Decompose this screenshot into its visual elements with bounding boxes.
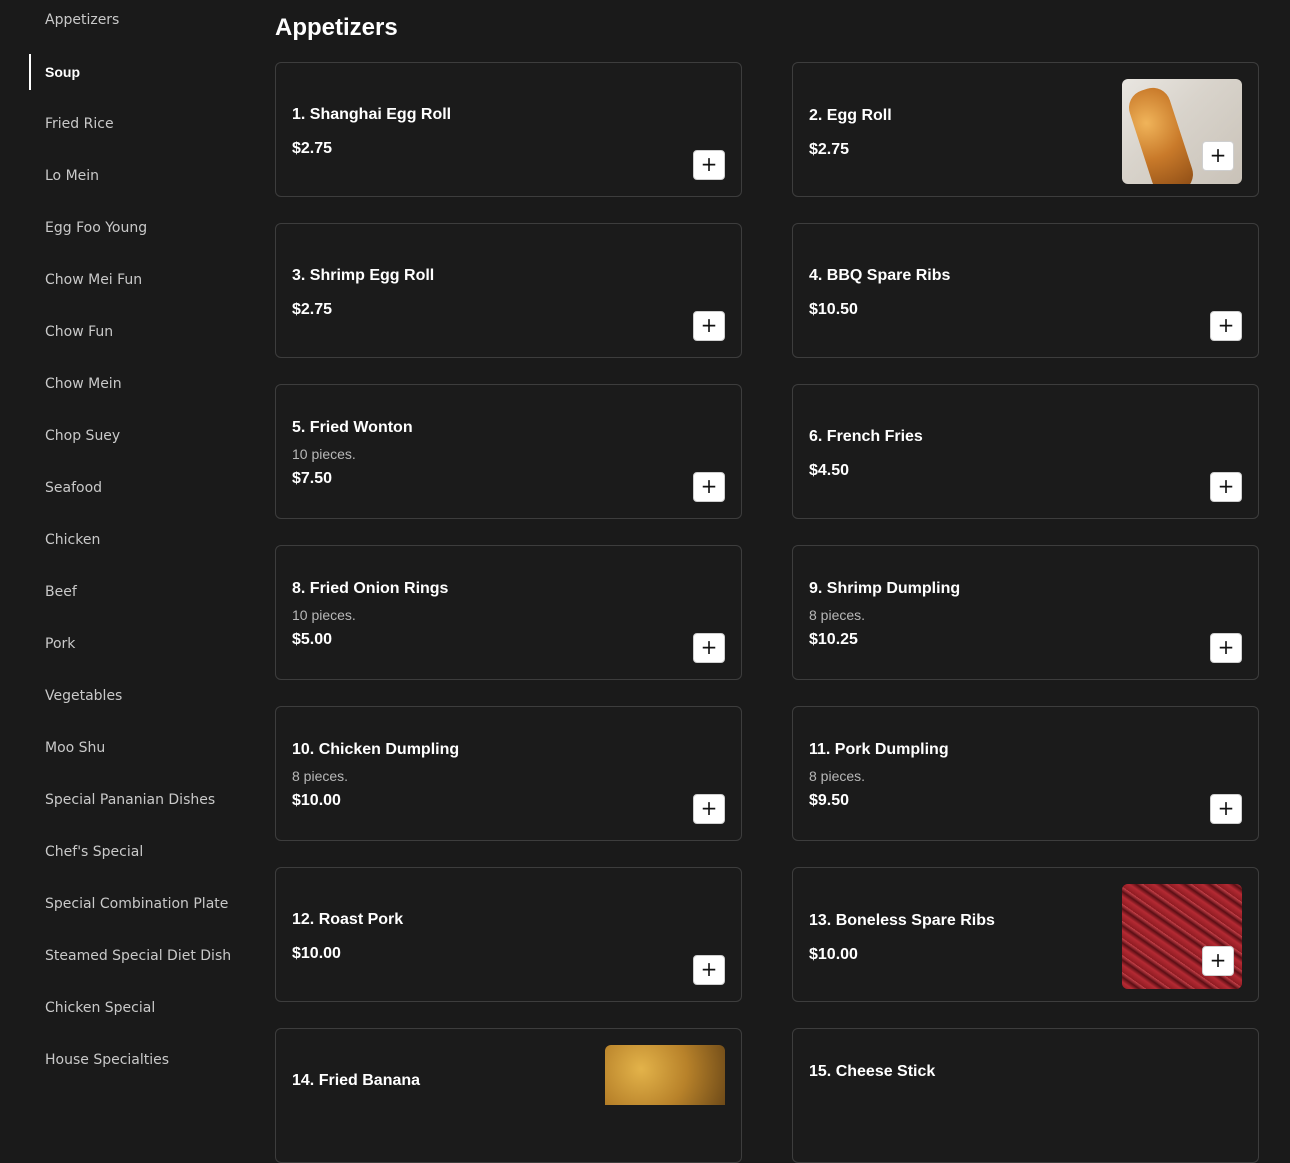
add-to-cart-button[interactable]: + [693, 633, 725, 663]
item-price: $10.00 [292, 945, 341, 962]
fried-banana-photo [605, 1045, 725, 1105]
item-name: 4. BBQ Spare Ribs [809, 267, 951, 284]
add-to-cart-button[interactable]: + [693, 472, 725, 502]
item-name: 14. Fried Banana [292, 1072, 421, 1089]
menu-item-card[interactable]: 15. Cheese Stick [792, 1028, 1259, 1163]
item-price: $7.50 [292, 470, 333, 487]
menu-item-card[interactable]: 4. BBQ Spare Ribs $10.50 + [792, 223, 1259, 358]
item-name: 6. French Fries [809, 428, 923, 445]
menu-item-card[interactable]: 14. Fried Banana [275, 1028, 742, 1163]
menu-item-card[interactable]: 8. Fried Onion Rings 10 pieces. $5.00 + [275, 545, 742, 680]
sidebar-item-chicken-special[interactable]: Chicken Special [45, 990, 230, 1026]
item-description: 10 pieces. [292, 446, 356, 462]
sidebar-item-lo-mein[interactable]: Lo Mein [45, 158, 230, 194]
sidebar-item-chow-fun[interactable]: Chow Fun [45, 314, 230, 350]
add-to-cart-button[interactable]: + [693, 150, 725, 180]
sidebar-item-special-combination-plate[interactable]: Special Combination Plate [45, 886, 230, 922]
item-description: 8 pieces. [809, 607, 866, 623]
item-photo: + [1122, 79, 1242, 184]
sidebar-item-soup[interactable]: Soup [45, 54, 230, 90]
item-name: 11. Pork Dumpling [809, 741, 949, 758]
item-description: 8 pieces. [292, 768, 349, 784]
item-name: 5. Fried Wonton [292, 419, 413, 436]
item-price: $4.50 [809, 462, 850, 479]
sidebar-item-vegetables[interactable]: Vegetables [45, 678, 230, 714]
menu-item-card[interactable]: 13. Boneless Spare Ribs $10.00 + [792, 867, 1259, 1002]
active-category-indicator [29, 54, 31, 90]
menu-item-card[interactable]: 9. Shrimp Dumpling 8 pieces. $10.25 + [792, 545, 1259, 680]
item-price: $2.75 [292, 301, 333, 318]
menu-item-card[interactable]: 5. Fried Wonton 10 pieces. $7.50 + [275, 384, 742, 519]
category-sidebar: Appetizers Soup Fried Rice Lo Mein Egg F… [0, 0, 245, 1085]
item-price: $10.25 [809, 631, 858, 648]
add-to-cart-button[interactable]: + [693, 311, 725, 341]
section-title: Appetizers [275, 14, 398, 41]
sidebar-item-moo-shu[interactable]: Moo Shu [45, 730, 230, 766]
add-to-cart-button[interactable]: + [693, 794, 725, 824]
sidebar-item-appetizers[interactable]: Appetizers [45, 2, 230, 38]
menu-item-card[interactable]: 3. Shrimp Egg Roll $2.75 + [275, 223, 742, 358]
item-name: 10. Chicken Dumpling [292, 741, 460, 758]
menu-item-card[interactable]: 2. Egg Roll $2.75 + [792, 62, 1259, 197]
menu-item-card[interactable]: 6. French Fries $4.50 + [792, 384, 1259, 519]
item-price: $2.75 [809, 141, 850, 158]
add-to-cart-button[interactable]: + [1210, 794, 1242, 824]
menu-item-card[interactable]: 1. Shanghai Egg Roll $2.75 + [275, 62, 742, 197]
sidebar-item-chow-mein[interactable]: Chow Mein [45, 366, 230, 402]
sidebar-item-seafood[interactable]: Seafood [45, 470, 230, 506]
add-to-cart-button[interactable]: + [1210, 311, 1242, 341]
menu-item-card[interactable]: 11. Pork Dumpling 8 pieces. $9.50 + [792, 706, 1259, 841]
item-photo [605, 1045, 725, 1105]
add-to-cart-button[interactable]: + [1202, 946, 1234, 976]
add-to-cart-button[interactable]: + [1202, 141, 1234, 171]
sidebar-item-chicken[interactable]: Chicken [45, 522, 230, 558]
item-name: 2. Egg Roll [809, 107, 892, 124]
sidebar-item-house-specialties[interactable]: House Specialties [45, 1042, 230, 1078]
sidebar-item-special-pananian-dishes[interactable]: Special Pananian Dishes [45, 782, 230, 818]
add-to-cart-button[interactable]: + [1210, 633, 1242, 663]
sidebar-item-chow-mei-fun[interactable]: Chow Mei Fun [45, 262, 230, 298]
item-name: 13. Boneless Spare Ribs [809, 912, 995, 929]
sidebar-item-beef[interactable]: Beef [45, 574, 230, 610]
add-to-cart-button[interactable]: + [1210, 472, 1242, 502]
item-description: 8 pieces. [809, 768, 866, 784]
menu-item-card[interactable]: 10. Chicken Dumpling 8 pieces. $10.00 + [275, 706, 742, 841]
sidebar-item-chop-suey[interactable]: Chop Suey [45, 418, 230, 454]
item-price: $10.00 [292, 792, 341, 809]
item-name: 9. Shrimp Dumpling [809, 580, 961, 597]
sidebar-item-egg-foo-young[interactable]: Egg Foo Young [45, 210, 230, 246]
sidebar-item-chefs-special[interactable]: Chef's Special [45, 834, 230, 870]
item-price: $2.75 [292, 140, 333, 157]
item-name: 1. Shanghai Egg Roll [292, 106, 452, 123]
item-description: 10 pieces. [292, 607, 356, 623]
sidebar-item-steamed-special-diet-dish[interactable]: Steamed Special Diet Dish [45, 938, 230, 974]
menu-item-card[interactable]: 12. Roast Pork $10.00 + [275, 867, 742, 1002]
item-photo: + [1122, 884, 1242, 989]
item-name: 15. Cheese Stick [809, 1063, 936, 1080]
sidebar-item-fried-rice[interactable]: Fried Rice [45, 106, 230, 142]
sidebar-item-pork[interactable]: Pork [45, 626, 230, 662]
item-name: 12. Roast Pork [292, 911, 404, 928]
item-price: $10.50 [809, 301, 858, 318]
add-to-cart-button[interactable]: + [693, 955, 725, 985]
item-name: 8. Fried Onion Rings [292, 580, 449, 597]
item-name: 3. Shrimp Egg Roll [292, 267, 435, 284]
item-price: $10.00 [809, 946, 858, 963]
item-price: $9.50 [809, 792, 850, 809]
item-price: $5.00 [292, 631, 333, 648]
